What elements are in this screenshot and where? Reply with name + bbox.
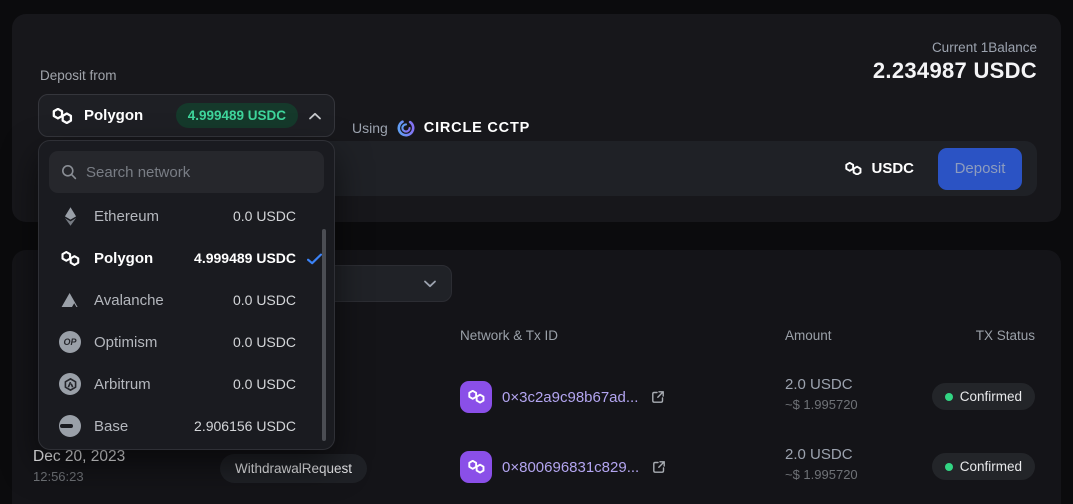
column-header-status: TX Status [976, 328, 1035, 343]
ethereum-icon [58, 207, 82, 226]
network-option-label: Polygon [94, 250, 153, 267]
network-option-label: Arbitrum [94, 376, 151, 393]
status-badge: Confirmed [932, 453, 1035, 480]
selected-network-name: Polygon [84, 107, 143, 124]
chevron-up-icon [308, 111, 322, 121]
network-option-ethereum[interactable]: Ethereum 0.0 USDC [39, 195, 334, 237]
circle-logo-icon [396, 118, 416, 138]
dropdown-scrollbar[interactable] [322, 229, 326, 441]
arbitrum-icon [58, 373, 82, 395]
tx-amount: 2.0 USDC [785, 376, 858, 393]
polygon-icon [51, 108, 74, 124]
chevron-down-icon [423, 279, 437, 289]
network-dropdown-panel: Ethereum 0.0 USDC Polygon 4.999489 USDC [38, 140, 335, 450]
network-option-balance: 0.0 USDC [233, 208, 296, 224]
tx-id-link[interactable]: 0×3c2a9c98b67ad... [502, 389, 638, 406]
optimism-icon: OP [58, 331, 82, 353]
status-dot-icon [945, 463, 953, 471]
avalanche-icon [58, 293, 82, 307]
status-text: Confirmed [960, 389, 1022, 404]
external-link-icon[interactable] [652, 460, 666, 474]
status-dot-icon [945, 393, 953, 401]
using-label: Using [352, 120, 388, 136]
token-selector[interactable]: USDC [844, 160, 914, 177]
tx-amount-cell: 2.0 USDC ~$ 1.995720 [785, 376, 858, 412]
external-link-icon[interactable] [651, 390, 665, 404]
provider-name: CIRCLE CCTP [424, 120, 530, 136]
deposit-button[interactable]: Deposit [938, 148, 1022, 190]
checkmark-icon [307, 252, 322, 270]
polygon-icon [844, 162, 863, 176]
search-network-input[interactable] [86, 164, 312, 181]
network-option-base[interactable]: Base 2.906156 USDC [39, 405, 334, 447]
tx-network-cell: 0×3c2a9c98b67ad... [460, 381, 665, 413]
tx-amount-usd: ~$ 1.995720 [785, 397, 858, 412]
tx-amount: 2.0 USDC [785, 446, 858, 463]
network-option-balance: 0.0 USDC [233, 292, 296, 308]
search-icon [61, 164, 77, 180]
network-option-polygon[interactable]: Polygon 4.999489 USDC [39, 237, 334, 279]
polygon-network-icon [460, 451, 492, 483]
base-icon [58, 415, 82, 437]
network-option-optimism[interactable]: OP Optimism 0.0 USDC [39, 321, 334, 363]
network-option-avalanche[interactable]: Avalanche 0.0 USDC [39, 279, 334, 321]
current-balance-label: Current 1Balance [932, 40, 1037, 55]
tx-amount-cell: 2.0 USDC ~$ 1.995720 [785, 446, 858, 482]
network-selector-trigger[interactable]: Polygon 4.999489 USDC [38, 94, 335, 137]
current-balance-value: 2.234987 USDC [873, 58, 1037, 84]
tx-network-cell: 0×800696831c829... [460, 451, 666, 483]
network-option-label: Optimism [94, 334, 157, 351]
network-option-balance: 4.999489 USDC [194, 250, 296, 266]
tx-date-cell: Dec 20, 2023 12:56:23 [33, 448, 125, 484]
network-option-balance: 2.906156 USDC [194, 418, 296, 434]
tx-id-link[interactable]: 0×800696831c829... [502, 459, 639, 476]
app: Current 1Balance 2.234987 USDC Deposit f… [0, 0, 1073, 504]
token-symbol: USDC [871, 160, 914, 177]
network-option-balance: 0.0 USDC [233, 334, 296, 350]
network-option-label: Base [94, 418, 128, 435]
tx-time: 12:56:23 [33, 469, 125, 484]
network-option-label: Avalanche [94, 292, 164, 309]
selected-network-balance-badge: 4.999489 USDC [176, 103, 298, 128]
network-option-label: Ethereum [94, 208, 159, 225]
network-option-arbitrum[interactable]: Arbitrum 0.0 USDC [39, 363, 334, 405]
tx-type-badge: WithdrawalRequest [220, 454, 367, 483]
status-text: Confirmed [960, 459, 1022, 474]
deposit-from-label: Deposit from [40, 68, 117, 83]
polygon-network-icon [460, 381, 492, 413]
network-search-box [49, 151, 324, 193]
network-list: Ethereum 0.0 USDC Polygon 4.999489 USDC [39, 195, 334, 447]
polygon-icon [58, 251, 82, 266]
tx-amount-usd: ~$ 1.995720 [785, 467, 858, 482]
tx-date: Dec 20, 2023 [33, 448, 125, 466]
column-header-network: Network & Tx ID [460, 328, 558, 343]
network-option-balance: 0.0 USDC [233, 376, 296, 392]
status-badge: Confirmed [932, 383, 1035, 410]
column-header-amount: Amount [785, 328, 832, 343]
